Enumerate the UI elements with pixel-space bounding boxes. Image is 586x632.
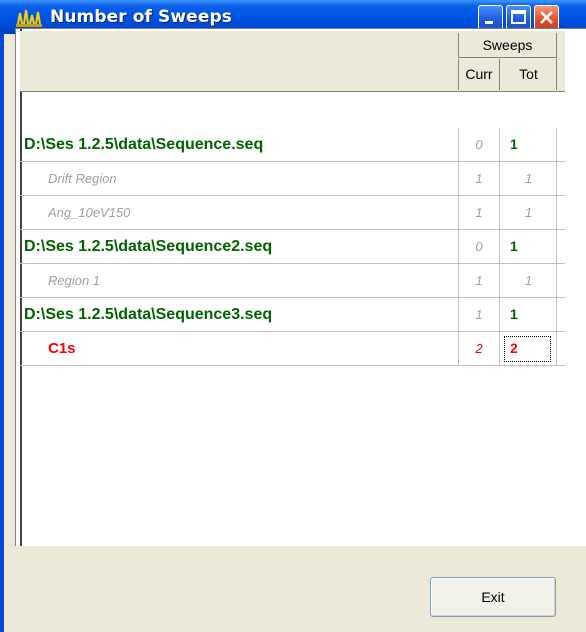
table-row-active-region[interactable]: C1s 2 2 (20, 332, 565, 366)
curr-sweeps-cell: 1 (458, 196, 500, 229)
tot-sweeps-cell[interactable]: 1 (501, 264, 557, 297)
sweeps-column-group-header: Sweeps (458, 33, 557, 58)
curr-sweeps-cell: 1 (458, 264, 500, 297)
table-row-region[interactable]: Drift Region 1 1 (20, 162, 565, 196)
tot-sweeps-cell[interactable]: 1 (501, 196, 557, 229)
curr-sweeps-cell: 0 (458, 128, 500, 161)
table-row-sequence[interactable]: D:\Ses 1.2.5\data\Sequence2.seq 0 1 (20, 230, 565, 264)
tot-column-header[interactable]: Tot (501, 59, 557, 90)
table-row-region[interactable]: Region 1 1 1 (20, 264, 565, 298)
app-icon (16, 9, 42, 27)
close-button[interactable] (534, 5, 559, 30)
curr-sweeps-cell: 2 (458, 332, 500, 365)
curr-sweeps-cell: 0 (458, 230, 500, 263)
grid-header: Sweeps Curr Tot (20, 31, 565, 92)
window-title: Number of Sweeps (50, 7, 232, 27)
tot-sweeps-cell[interactable]: 1 (501, 162, 557, 195)
region-name: Ang_10eV150 (48, 205, 131, 220)
tot-sweeps-cell[interactable]: 1 (501, 230, 557, 263)
tot-sweeps-cell[interactable]: 1 (501, 128, 557, 161)
minimize-icon (485, 21, 493, 24)
region-name: Region 1 (48, 273, 101, 288)
active-region-name: C1s (48, 340, 76, 357)
exit-button[interactable]: Exit (430, 577, 556, 617)
sequence-name: D:\Ses 1.2.5\data\Sequence.seq (24, 136, 264, 153)
sequence-name: D:\Ses 1.2.5\data\Sequence3.seq (24, 306, 273, 323)
curr-sweeps-cell: 1 (458, 162, 500, 195)
close-icon (540, 11, 553, 24)
table-row-region[interactable]: Ang_10eV150 1 1 (20, 196, 565, 230)
curr-column-header[interactable]: Curr (458, 59, 500, 90)
table-row-sequence[interactable]: D:\Ses 1.2.5\data\Sequence3.seq 1 1 (20, 298, 565, 332)
maximize-button[interactable] (506, 5, 531, 30)
curr-sweeps-cell: 1 (458, 298, 500, 331)
table-row-sequence[interactable]: D:\Ses 1.2.5\data\Sequence.seq 0 1 (20, 128, 565, 162)
sequence-name: D:\Ses 1.2.5\data\Sequence2.seq (24, 238, 273, 255)
tot-sweeps-cell[interactable]: 1 (501, 298, 557, 331)
region-name: Drift Region (48, 171, 117, 186)
minimize-button[interactable] (478, 5, 503, 30)
focus-rectangle (504, 336, 551, 362)
maximize-icon (511, 10, 526, 24)
